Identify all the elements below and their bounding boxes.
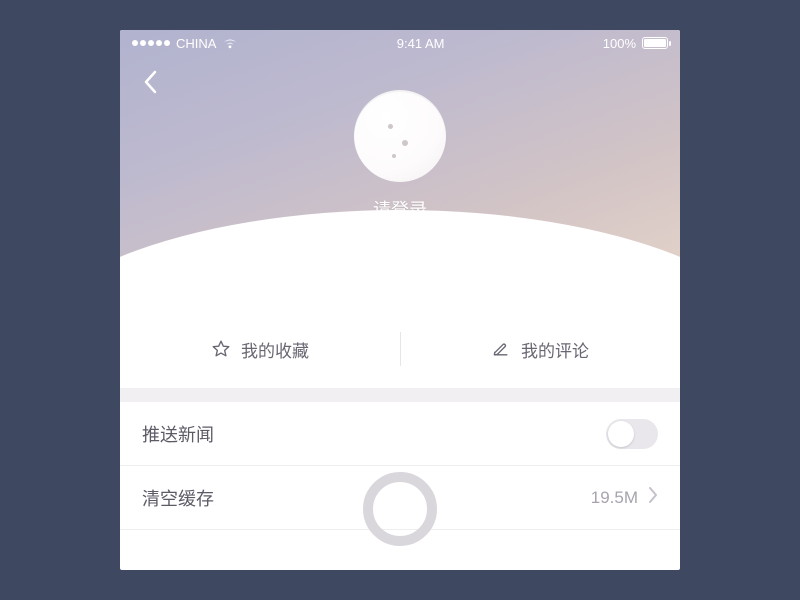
favorites-label: 我的收藏 [241,337,309,362]
avatar[interactable] [354,90,446,182]
profile-area: 请登录 [120,90,680,222]
signal-dots-icon [132,40,170,46]
push-news-label: 推送新闻 [142,421,606,447]
push-news-row: 推送新闻 [120,402,680,466]
battery-icon [642,37,668,49]
quick-actions: 我的收藏 我的评论 [120,310,680,388]
chevron-right-icon [648,487,658,508]
wifi-icon [222,37,238,49]
carrier-label: CHINA [176,36,216,51]
clock-label: 9:41 AM [397,36,445,51]
push-news-toggle[interactable] [606,419,658,449]
header-curve [120,210,680,310]
status-bar: CHINA 9:41 AM 100% [120,30,680,52]
phone-screen: CHINA 9:41 AM 100% 请登录 我的收藏 [120,30,680,570]
status-right: 100% [603,36,668,51]
section-divider [120,388,680,402]
favorites-button[interactable]: 我的收藏 [120,337,400,362]
comments-label: 我的评论 [521,337,589,362]
profile-header: CHINA 9:41 AM 100% 请登录 [120,30,680,310]
star-icon [211,339,231,359]
status-left: CHINA [132,36,238,51]
loading-spinner-icon [363,472,437,546]
battery-percent-label: 100% [603,36,636,51]
cache-size-value: 19.5M [591,488,638,508]
comments-button[interactable]: 我的评论 [400,337,680,362]
edit-icon [491,339,511,359]
